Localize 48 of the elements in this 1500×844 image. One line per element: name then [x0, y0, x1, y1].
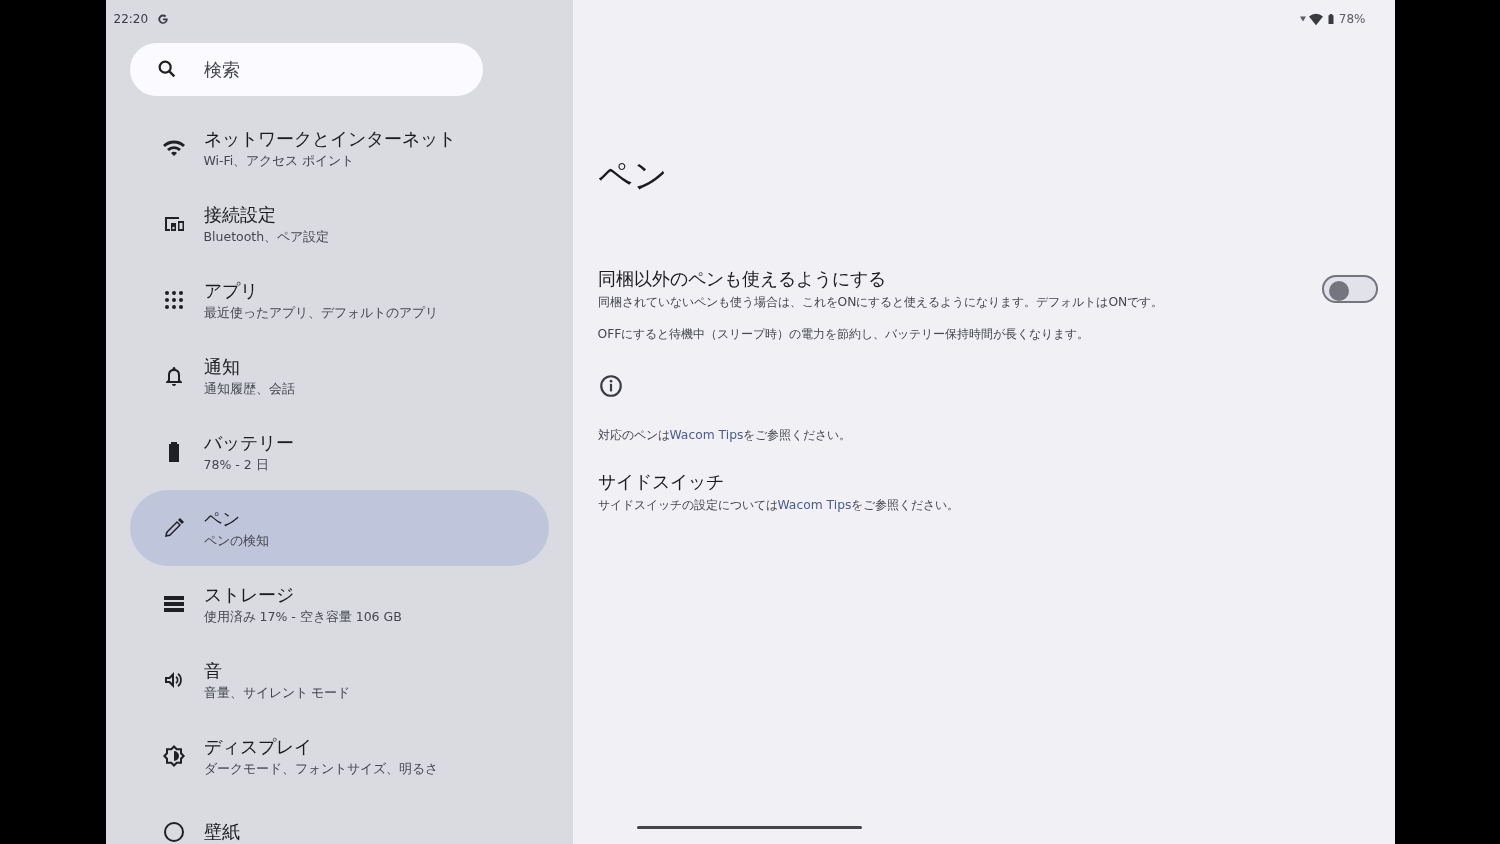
note-text: OFFにすると待機中（スリープ時）の電力を節約し、バッテリー保持時間が長くなります。: [597, 326, 1090, 343]
item-subtitle: Wi-Fi、アクセス ポイント: [203, 152, 356, 170]
item-title: 接続設定: [203, 202, 277, 227]
item-subtitle: ダークモード、フォントサイズ、明るさ: [203, 760, 438, 778]
wacom-tips-link[interactable]: Wacom Tips: [669, 428, 744, 442]
settings-item[interactable]: ネットワークとインターネット Wi-Fi、アクセス ポイント: [129, 110, 549, 186]
toggle-switch[interactable]: [1321, 275, 1378, 303]
item-subtitle: Bluetooth、ペア設定: [203, 228, 330, 246]
settings-item[interactable]: ストレージ 使用済み 17% - 空き容量 106 GB: [129, 566, 549, 642]
item-title: 音: [203, 658, 223, 683]
settings-item[interactable]: 音 音量、サイレント モード: [129, 642, 549, 718]
wifi-icon: [1308, 12, 1323, 26]
status-time: 22:20: [113, 12, 149, 26]
item-title: ペン: [203, 506, 241, 531]
settings-item[interactable]: 接続設定 Bluetooth、ペア設定: [129, 186, 549, 262]
side-switch-text: サイドスイッチの設定についてはWacom Tipsをご参照ください。: [597, 497, 960, 514]
info-icon: [597, 373, 624, 399]
item-title: 壁紙: [203, 820, 240, 844]
item-title: ストレージ: [203, 582, 295, 607]
signal-icon: [1299, 16, 1306, 22]
page-title: ペン: [597, 154, 668, 197]
settings-item[interactable]: アプリ 最近使ったアプリ、デフォルトのアプリ: [129, 262, 549, 338]
item-subtitle: 音量、サイレント モード: [203, 684, 351, 702]
item-title: バッテリー: [203, 430, 294, 455]
item-subtitle: 通知履歴、会話: [203, 380, 295, 398]
google-g-icon: [156, 12, 171, 26]
item-subtitle: ペンの検知: [203, 532, 269, 550]
battery-percent: 78%: [1338, 12, 1366, 26]
search-field[interactable]: 検索: [129, 43, 483, 96]
setting-title: 同梱以外のペンも使えるようにする: [597, 267, 886, 291]
wacom-tips-link[interactable]: Wacom Tips: [777, 498, 852, 512]
settings-item[interactable]: ペン ペンの検知: [129, 490, 549, 566]
info-text: 対応のペンはWacom Tipsをご参照ください。: [597, 427, 852, 444]
item-subtitle: 78% - 2 日: [203, 456, 270, 474]
item-subtitle: 最近使ったアプリ、デフォルトのアプリ: [203, 304, 438, 322]
setting-summary: 同梱されていないペンも使う場合は、これをONにすると使えるようになります。デフォルトはONです。: [597, 294, 1164, 311]
item-title: ネットワークとインターネット: [203, 126, 456, 151]
item-title: 通知: [203, 354, 241, 379]
item-title: アプリ: [203, 278, 259, 303]
settings-item[interactable]: 壁紙: [129, 794, 549, 844]
section-title: サイドスイッチ: [597, 470, 724, 494]
item-subtitle: 使用済み 17% - 空き容量 106 GB: [203, 608, 402, 626]
settings-item[interactable]: 通知 通知履歴、会話: [129, 338, 549, 414]
item-title: ディスプレイ: [203, 734, 313, 759]
settings-item[interactable]: ディスプレイ ダークモード、フォントサイズ、明るさ: [129, 718, 549, 794]
circle-icon: [161, 820, 186, 844]
brightness-icon: [161, 744, 186, 768]
settings-item[interactable]: バッテリー 78% - 2 日: [129, 414, 549, 490]
